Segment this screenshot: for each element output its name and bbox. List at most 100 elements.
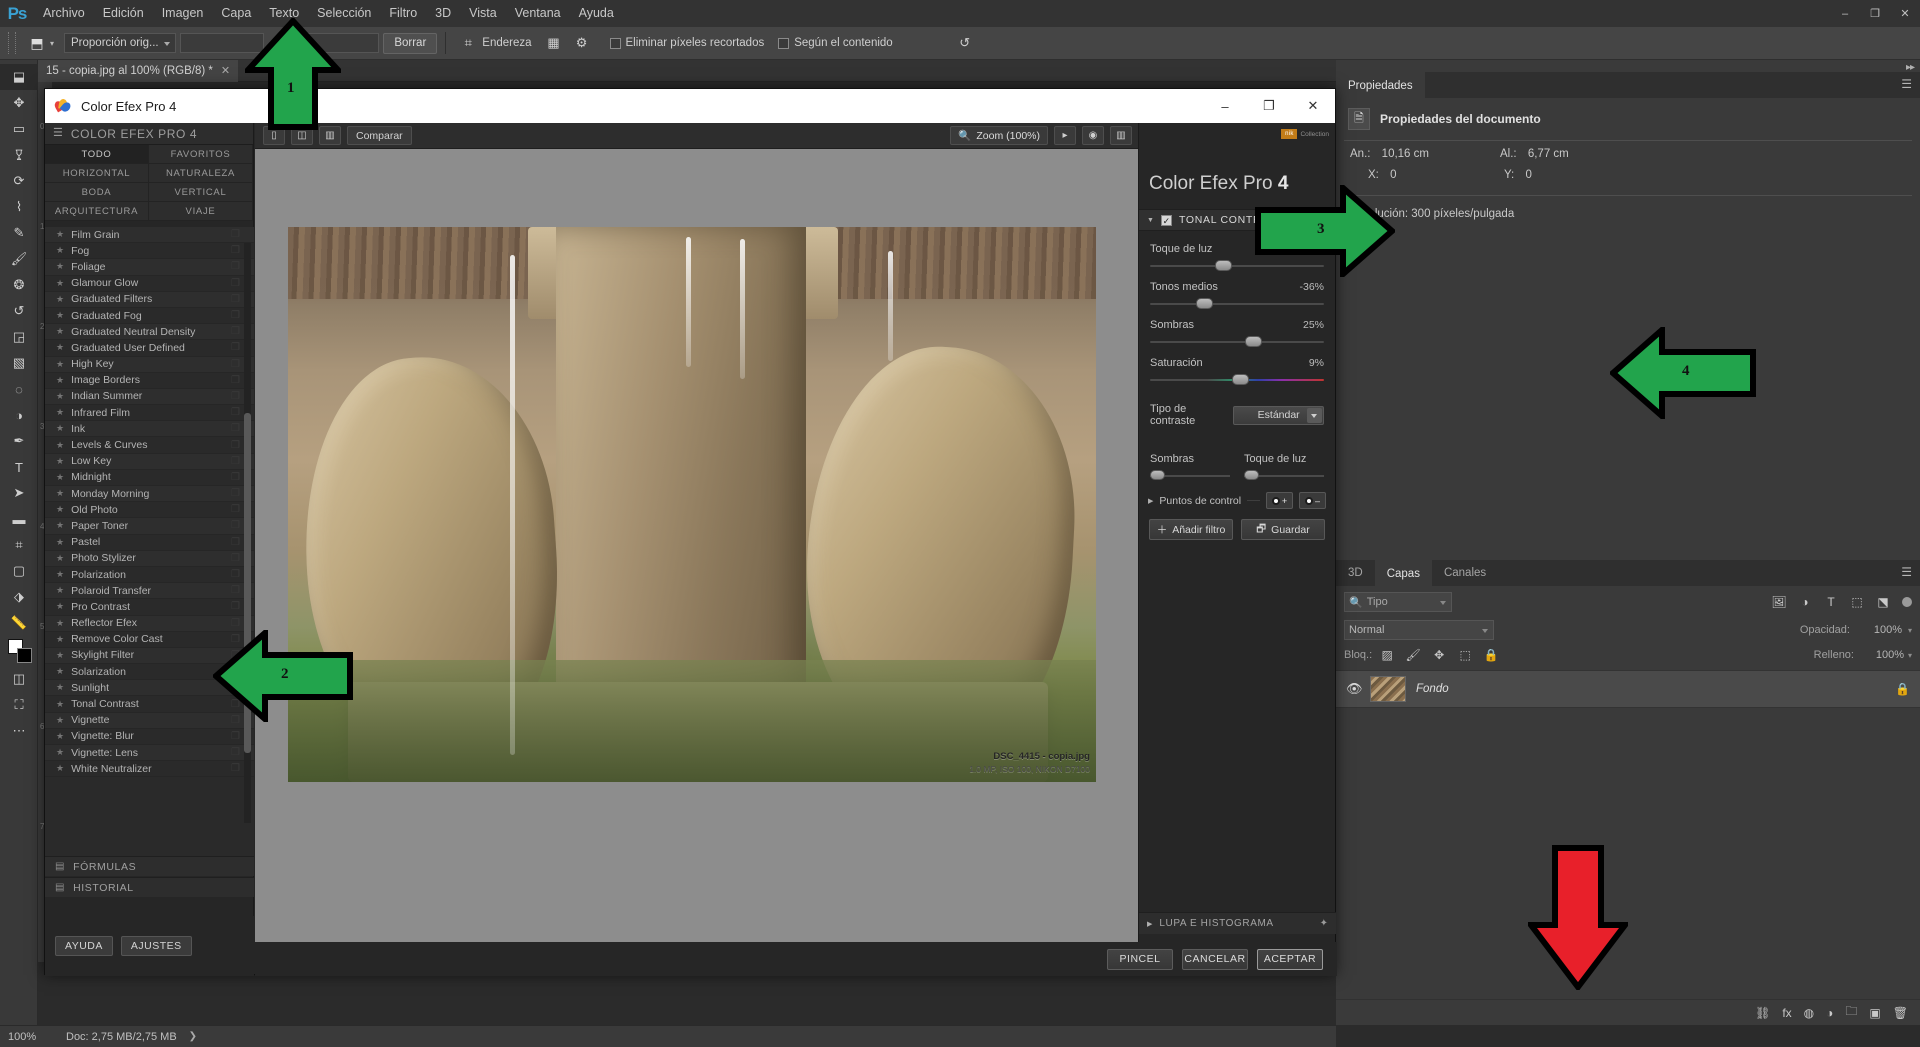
type-filter-icon[interactable]: T bbox=[1818, 592, 1844, 612]
menu-item-archivo[interactable]: Archivo bbox=[34, 0, 94, 27]
brush-lock-icon[interactable]: 🖌 bbox=[1402, 646, 1424, 664]
menu-item-filtro[interactable]: Filtro bbox=[380, 0, 426, 27]
favorite-star-icon[interactable]: ★ bbox=[56, 601, 64, 612]
new-layer-icon[interactable]: ▣ bbox=[1869, 1006, 1880, 1020]
list-item[interactable]: ★ Indian Summer ❐ bbox=[45, 388, 254, 406]
duplicate-icon[interactable]: ❐ bbox=[231, 618, 240, 629]
favorite-star-icon[interactable]: ★ bbox=[56, 650, 64, 661]
favorite-star-icon[interactable]: ★ bbox=[56, 585, 64, 596]
tool-screen-mode[interactable]: ⛶ bbox=[0, 692, 38, 718]
width-value[interactable]: 10,16 cm bbox=[1382, 148, 1429, 160]
tool-gradient[interactable]: ▧ bbox=[0, 350, 38, 376]
maximize-button[interactable]: ❐ bbox=[1247, 89, 1291, 123]
favorite-star-icon[interactable]: ★ bbox=[56, 634, 64, 645]
gear-icon[interactable]: ⚙ bbox=[570, 32, 594, 54]
duplicate-icon[interactable]: ❐ bbox=[231, 326, 240, 337]
crop-icon[interactable]: ⬒ bbox=[24, 31, 50, 55]
favorite-star-icon[interactable]: ★ bbox=[56, 618, 64, 629]
favorite-star-icon[interactable]: ★ bbox=[56, 229, 64, 240]
list-item[interactable]: ★ Graduated Fog ❐ bbox=[45, 307, 254, 325]
add-filter-button[interactable]: ＋ Añadir filtro bbox=[1149, 519, 1233, 540]
list-item[interactable]: ★ Image Borders ❐ bbox=[45, 372, 254, 389]
fx-icon[interactable]: fx bbox=[1782, 1006, 1791, 1020]
move-lock-icon[interactable]: ✥ bbox=[1428, 646, 1450, 664]
content-aware-checkbox[interactable]: Según el contenido bbox=[778, 37, 893, 49]
list-item[interactable]: ★ Glamour Glow ❐ bbox=[45, 275, 254, 292]
chevron-right-icon[interactable]: ▸ bbox=[1054, 126, 1076, 145]
duplicate-icon[interactable]: ❐ bbox=[231, 553, 240, 564]
list-item[interactable]: ★ Polarization ❐ bbox=[45, 566, 254, 584]
transparency-lock-icon[interactable]: ▨ bbox=[1376, 646, 1398, 664]
duplicate-icon[interactable]: ❐ bbox=[231, 569, 240, 580]
list-item[interactable]: ★ Photo Stylizer ❐ bbox=[45, 550, 254, 567]
category-arquitectura[interactable]: ARQUITECTURA bbox=[45, 202, 149, 221]
zoom-control[interactable]: 🔍 Zoom (100%) bbox=[950, 126, 1048, 145]
slider-track[interactable] bbox=[1244, 470, 1324, 482]
remove-control-point-button[interactable]: – bbox=[1299, 492, 1326, 509]
duplicate-icon[interactable]: ❐ bbox=[231, 601, 240, 612]
tool-shape[interactable]: ▬ bbox=[0, 506, 38, 532]
aceptar-button[interactable]: ACEPTAR bbox=[1257, 948, 1323, 970]
favorite-star-icon[interactable]: ★ bbox=[56, 715, 64, 726]
chevron-right-icon[interactable]: ▶ bbox=[1147, 920, 1152, 928]
straighten-icon[interactable]: ⌗ bbox=[456, 32, 480, 54]
favorite-star-icon[interactable]: ★ bbox=[56, 666, 64, 677]
duplicate-icon[interactable]: ❐ bbox=[231, 375, 240, 386]
favorite-star-icon[interactable]: ★ bbox=[56, 488, 64, 499]
adjustment-filter-icon[interactable]: ◑ bbox=[1792, 592, 1818, 612]
favorite-star-icon[interactable]: ★ bbox=[56, 261, 64, 272]
duplicate-icon[interactable]: ❐ bbox=[231, 747, 240, 758]
tool-blur[interactable]: ◌ bbox=[0, 376, 38, 402]
chevron-down-icon[interactable]: ▾ bbox=[1908, 651, 1912, 660]
opacity-value[interactable]: 100% bbox=[1856, 621, 1902, 639]
chevron-right-icon[interactable]: ❯ bbox=[189, 1031, 197, 1042]
comparar-button[interactable]: Comparar bbox=[347, 126, 412, 145]
menu-item-ayuda[interactable]: Ayuda bbox=[570, 0, 623, 27]
favorite-star-icon[interactable]: ★ bbox=[56, 440, 64, 451]
tool-dodge[interactable]: ◑ bbox=[0, 402, 38, 428]
slider-track[interactable] bbox=[1150, 470, 1230, 482]
lock-icon[interactable]: 🔒 bbox=[1895, 682, 1910, 696]
filter-list[interactable]: ★ Film Grain ❐ ★ Fog ❐ ★ Foliage ❐ ★ Glamour Glow ❐… bbox=[45, 227, 254, 860]
favorite-star-icon[interactable]: ★ bbox=[56, 326, 64, 337]
tool-paint-bucket[interactable]: ⬗ bbox=[0, 584, 38, 610]
favorite-star-icon[interactable]: ★ bbox=[56, 731, 64, 742]
tool-path-select[interactable]: ➤ bbox=[0, 480, 38, 506]
favorite-star-icon[interactable]: ★ bbox=[56, 699, 64, 710]
list-icon[interactable]: ☰ bbox=[53, 128, 63, 139]
y-value[interactable]: 0 bbox=[1525, 169, 1531, 181]
group-icon[interactable]: 🗀 bbox=[1845, 1002, 1857, 1023]
duplicate-icon[interactable]: ❐ bbox=[231, 359, 240, 370]
height-value[interactable]: 6,77 cm bbox=[1528, 148, 1569, 160]
category-horizontal[interactable]: HORIZONTAL bbox=[45, 164, 149, 183]
menu-item-imagen[interactable]: Imagen bbox=[153, 0, 213, 27]
layer-filter-kind-select[interactable]: 🔍 Tipo bbox=[1344, 592, 1452, 612]
list-item[interactable]: ★ Vignette: Blur ❐ bbox=[45, 728, 254, 745]
duplicate-icon[interactable]: ❐ bbox=[231, 310, 240, 321]
close-button[interactable]: ✕ bbox=[1291, 89, 1335, 123]
menu-item-3d[interactable]: 3D bbox=[426, 0, 460, 27]
duplicate-icon[interactable]: ❐ bbox=[231, 537, 240, 548]
category-favoritos[interactable]: FAVORITOS bbox=[149, 145, 253, 164]
favorite-star-icon[interactable]: ★ bbox=[56, 245, 64, 256]
tab-capas[interactable]: Capas bbox=[1374, 560, 1432, 586]
mask-icon[interactable]: ◍ bbox=[1804, 1006, 1814, 1020]
duplicate-icon[interactable]: ❐ bbox=[231, 423, 240, 434]
list-item[interactable]: ★ Midnight ❐ bbox=[45, 469, 254, 486]
link-icon[interactable]: ⛓ bbox=[1755, 1006, 1770, 1020]
list-item[interactable]: ★ Monday Morning ❐ bbox=[45, 486, 254, 503]
favorite-star-icon[interactable]: ★ bbox=[56, 456, 64, 467]
options-bar-grip[interactable] bbox=[8, 32, 16, 54]
tool-quick-select[interactable]: ⟳ bbox=[0, 168, 38, 194]
image-filter-icon[interactable]: 🖼 bbox=[1766, 592, 1792, 612]
tool-brush[interactable]: 🖌 bbox=[0, 246, 38, 272]
tool-eraser[interactable]: ◲ bbox=[0, 324, 38, 350]
duplicate-icon[interactable]: ❐ bbox=[231, 278, 240, 289]
slider-handle[interactable] bbox=[1232, 374, 1250, 385]
duplicate-icon[interactable]: ❐ bbox=[231, 488, 240, 499]
list-item[interactable]: ★ Pastel ❐ bbox=[45, 534, 254, 551]
favorite-star-icon[interactable]: ★ bbox=[56, 763, 64, 774]
tool-marquee[interactable]: ▭ bbox=[0, 116, 38, 142]
list-item[interactable]: ★ Vignette: Lens ❐ bbox=[45, 745, 254, 762]
cancelar-button[interactable]: CANCELAR bbox=[1182, 948, 1248, 970]
